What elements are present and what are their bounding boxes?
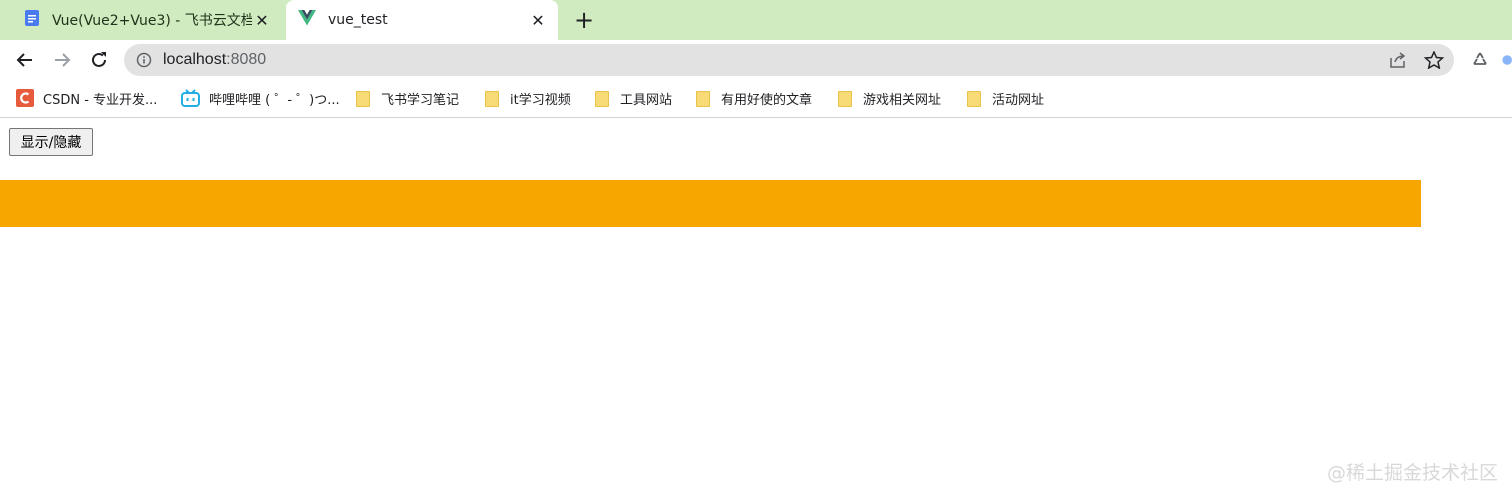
bookmark-label: 游戏相关网址 — [863, 92, 942, 108]
share-icon[interactable] — [1388, 51, 1408, 73]
extension-button[interactable] — [1466, 46, 1494, 74]
url-port: :8080 — [226, 51, 267, 68]
bookmarks-bar: CSDN - 专业开发... 哔哩哔哩 ( ゜- ゜)つ... 飞书学习笔记 i… — [0, 80, 1512, 118]
reload-icon — [92, 52, 106, 67]
close-icon[interactable]: ✕ — [528, 10, 548, 30]
folder-icon — [595, 91, 611, 107]
url-text: localhost:8080 — [163, 51, 266, 69]
arrow-right-icon — [55, 53, 71, 67]
folder-icon — [838, 91, 854, 107]
tab-vue-test[interactable]: vue_test ✕ — [286, 0, 558, 40]
tab-feishu-doc[interactable]: Vue(Vue2+Vue3) - 飞书云文档 ✕ — [12, 0, 282, 40]
folder-icon — [356, 91, 372, 107]
vue-logo-icon — [298, 10, 316, 30]
bookmark-label: 飞书学习笔记 — [381, 92, 460, 108]
watermark: @稀土掘金技术社区 — [1326, 462, 1498, 484]
tab-title: vue_test — [328, 12, 388, 28]
browser-toolbar: localhost:8080 — [0, 40, 1512, 80]
bookmark-folder[interactable]: it学习视频 — [485, 88, 571, 108]
transition-box — [0, 180, 1421, 227]
new-tab-button[interactable]: + — [570, 6, 598, 34]
address-bar[interactable]: localhost:8080 — [124, 44, 1454, 76]
bookmark-folder[interactable]: 游戏相关网址 — [838, 88, 941, 108]
bookmark-label: 哔哩哔哩 ( ゜- ゜)つ... — [209, 92, 340, 108]
bookmark-csdn[interactable]: CSDN - 专业开发... — [16, 88, 157, 108]
document-icon — [24, 9, 40, 31]
forward-button[interactable] — [48, 46, 76, 74]
csdn-icon — [16, 89, 34, 107]
bookmark-folder[interactable]: 工具网站 — [595, 88, 672, 108]
bookmark-bilibili[interactable]: 哔哩哔哩 ( ゜- ゜)つ... — [181, 88, 340, 108]
bookmark-label: CSDN - 专业开发... — [43, 92, 158, 108]
bookmark-label: it学习视频 — [510, 92, 571, 108]
reload-button[interactable] — [85, 46, 113, 74]
tab-strip: Vue(Vue2+Vue3) - 飞书云文档 ✕ vue_test ✕ + — [0, 0, 1512, 40]
folder-icon — [967, 91, 983, 107]
tab-title: Vue(Vue2+Vue3) - 飞书云文档 — [52, 13, 252, 29]
bookmark-folder[interactable]: 活动网址 — [967, 88, 1044, 108]
info-icon[interactable] — [136, 52, 152, 72]
url-host: localhost — [163, 51, 227, 68]
bookmark-folder[interactable]: 飞书学习笔记 — [356, 88, 459, 108]
folder-icon — [485, 91, 501, 107]
toggle-visibility-button[interactable]: 显示/隐藏 — [9, 128, 93, 156]
close-icon[interactable]: ✕ — [252, 10, 272, 30]
bookmark-star-icon[interactable] — [1423, 50, 1445, 73]
folder-icon — [696, 91, 712, 107]
recycle-icon — [1473, 52, 1487, 65]
bookmark-label: 活动网址 — [992, 92, 1045, 108]
bilibili-icon — [181, 89, 200, 107]
bookmark-label: 工具网站 — [620, 92, 673, 108]
bookmark-label: 有用好使的文章 — [721, 92, 813, 108]
bookmark-folder[interactable]: 有用好使的文章 — [696, 88, 812, 108]
profile-avatar[interactable] — [1500, 46, 1512, 74]
arrow-left-icon — [16, 53, 32, 67]
back-button[interactable] — [11, 46, 39, 74]
